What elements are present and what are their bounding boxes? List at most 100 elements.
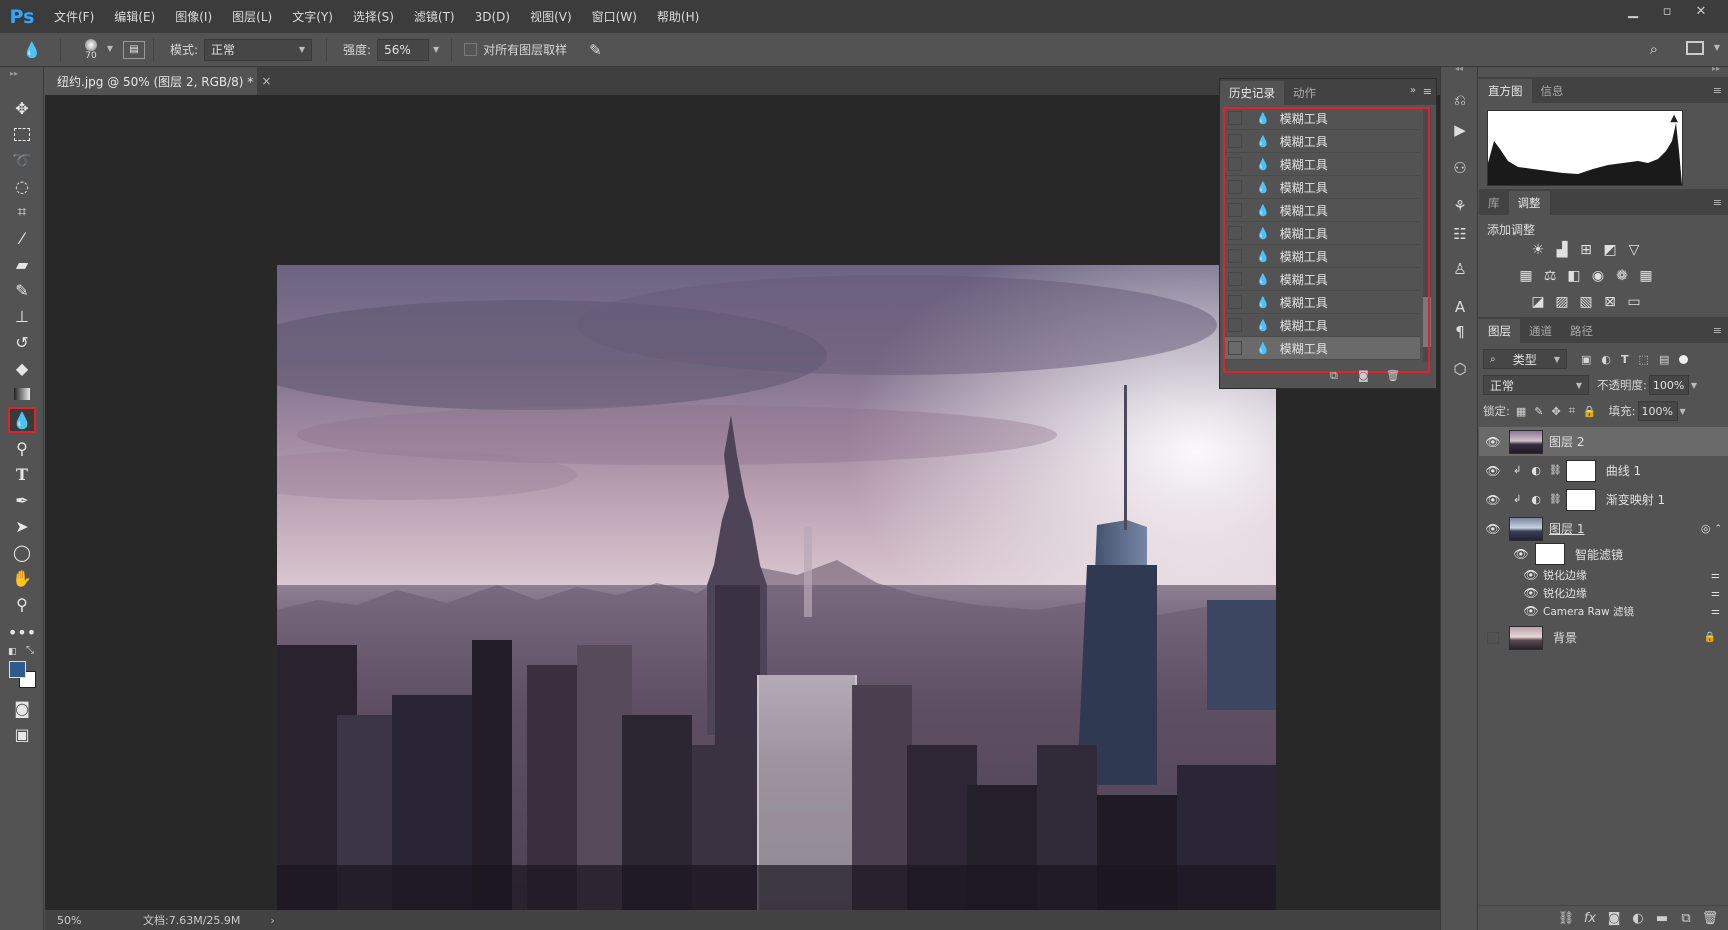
lock-artboard-icon[interactable]: ⌗ bbox=[1569, 404, 1575, 418]
menu-layer[interactable]: 图层(L) bbox=[222, 8, 282, 25]
channel-mixer-icon[interactable]: ❁ bbox=[1611, 266, 1633, 286]
marquee-tool[interactable] bbox=[8, 121, 36, 147]
quick-mask-toggle[interactable]: ◙ bbox=[8, 695, 36, 721]
filter-blending-options-icon[interactable]: ⚌ bbox=[1711, 570, 1720, 581]
filter-row[interactable]: 👁 Camera Raw 滤镜 ⚌ bbox=[1479, 602, 1728, 620]
dodge-tool[interactable]: ⚲ bbox=[8, 435, 36, 461]
tab-layers[interactable]: 图层 bbox=[1479, 319, 1520, 343]
panel-collapse-icon[interactable]: ◂◂ bbox=[1455, 64, 1463, 73]
strength-input[interactable]: 56% bbox=[377, 38, 430, 61]
blur-tool[interactable]: 💧 bbox=[8, 407, 36, 433]
color-balance-icon[interactable]: ⚖ bbox=[1539, 266, 1561, 286]
filter-type-icon[interactable]: T bbox=[1621, 353, 1629, 366]
selective-color-icon[interactable]: ⊠ bbox=[1599, 292, 1621, 312]
sample-all-layers-checkbox[interactable]: 对所有图层取样 bbox=[464, 41, 567, 58]
lasso-tool[interactable]: ➰ bbox=[8, 147, 36, 173]
chevron-up-icon[interactable]: ⌃ bbox=[1714, 524, 1722, 534]
eye-icon[interactable]: 👁 bbox=[1479, 435, 1507, 449]
clone-stamp-tool[interactable]: ⊥ bbox=[8, 303, 36, 329]
opacity-input[interactable]: 100% bbox=[1648, 375, 1689, 395]
filter-name[interactable]: Camera Raw 滤镜 bbox=[1543, 604, 1634, 619]
paragraph-icon[interactable]: ¶ bbox=[1448, 320, 1472, 344]
layer-name[interactable]: 曲线 1 bbox=[1606, 462, 1641, 479]
gradient-map-icon[interactable]: ▭ bbox=[1623, 292, 1645, 312]
panel-menu-icon[interactable]: ≡ bbox=[1713, 196, 1722, 209]
brightness-icon[interactable]: ☀ bbox=[1527, 240, 1549, 260]
properties-icon[interactable]: ⚇ bbox=[1448, 156, 1472, 180]
filter-toggle-icon[interactable] bbox=[1679, 354, 1689, 364]
panel-collapse-icon[interactable]: ▸▸ bbox=[10, 69, 18, 78]
sliders-icon[interactable]: ☷ bbox=[1448, 222, 1472, 246]
foreground-color-swatch[interactable] bbox=[9, 661, 26, 678]
more-tools[interactable]: ••• bbox=[8, 619, 36, 645]
crop-tool[interactable]: ⌗ bbox=[8, 199, 36, 225]
menu-edit[interactable]: 编辑(E) bbox=[104, 8, 165, 25]
quick-select-tool[interactable]: ◌ bbox=[8, 173, 36, 199]
new-layer-icon[interactable]: ⧉ bbox=[1674, 911, 1698, 926]
new-document-from-state-icon[interactable]: ⧉ bbox=[1330, 369, 1338, 383]
swap-colors-icon[interactable]: ⤡ bbox=[26, 645, 34, 656]
minimize-button[interactable]: ▁ bbox=[1616, 0, 1650, 22]
strength-slider-toggle-icon[interactable]: ▼ bbox=[429, 45, 443, 54]
eye-icon[interactable]: 👁 bbox=[1523, 586, 1539, 600]
tab-info[interactable]: 信息 bbox=[1532, 79, 1573, 103]
lock-image-pixels-icon[interactable]: ✎ bbox=[1534, 405, 1543, 418]
filter-name[interactable]: 锐化边缘 bbox=[1543, 585, 1587, 601]
screen-mode-toggle[interactable]: ▣ bbox=[8, 721, 36, 747]
layer-name[interactable]: 背景 bbox=[1553, 629, 1577, 646]
character-icon[interactable]: A bbox=[1448, 295, 1472, 319]
trash-icon[interactable]: 🗑 bbox=[1386, 369, 1400, 382]
brush-settings-icon[interactable]: ⚘ bbox=[1448, 194, 1472, 218]
smart-object-filter-icon[interactable]: ◎ bbox=[1701, 522, 1711, 535]
threshold-icon[interactable]: ▧ bbox=[1575, 292, 1597, 312]
layer-row[interactable]: 👁 ↲ ◐ ⛓ 渐变映射 1 bbox=[1479, 485, 1728, 514]
history-brush-tool[interactable]: ↺ bbox=[8, 329, 36, 355]
lock-transparent-pixels-icon[interactable]: ▦ bbox=[1516, 405, 1526, 418]
3d-cube-icon[interactable]: ⬡ bbox=[1448, 357, 1472, 381]
clone-source-icon[interactable]: ♙ bbox=[1448, 257, 1472, 281]
filter-name[interactable]: 锐化边缘 bbox=[1543, 567, 1587, 583]
vibrance-icon[interactable]: ▽ bbox=[1623, 240, 1645, 260]
link-layers-icon[interactable]: ⛓ bbox=[1554, 911, 1578, 926]
history-panel-icon[interactable]: ⎌ bbox=[1448, 88, 1472, 112]
document-tab[interactable]: 纽约.jpg @ 50% (图层 2, RGB/8) * × bbox=[45, 67, 271, 95]
black-white-icon[interactable]: ◧ bbox=[1563, 266, 1585, 286]
zoom-level[interactable]: 50% bbox=[57, 914, 113, 927]
add-mask-icon[interactable]: ◙ bbox=[1602, 911, 1626, 926]
trash-icon[interactable]: 🗑 bbox=[1698, 911, 1722, 926]
filter-blending-options-icon[interactable]: ⚌ bbox=[1711, 606, 1720, 617]
hand-tool[interactable]: ✋ bbox=[8, 565, 36, 591]
eye-icon[interactable]: 👁 bbox=[1479, 522, 1507, 536]
brush-preset-picker[interactable]: 70 ▼ bbox=[69, 35, 113, 65]
menu-window[interactable]: 窗口(W) bbox=[582, 8, 647, 25]
filter-pixel-icon[interactable]: ▣ bbox=[1581, 353, 1591, 366]
color-lookup-icon[interactable]: ▦ bbox=[1635, 266, 1657, 286]
new-group-icon[interactable]: ▬ bbox=[1650, 911, 1674, 926]
healing-brush-tool[interactable]: ▰ bbox=[8, 251, 36, 277]
path-selection-tool[interactable]: ➤ bbox=[8, 513, 36, 539]
panel-menu-icon[interactable]: ≡ bbox=[1713, 324, 1722, 337]
layer-row[interactable]: 👁 ↲ ◐ ⛓ 曲线 1 bbox=[1479, 456, 1728, 485]
blend-mode-dropdown[interactable]: 正常 ▼ bbox=[1483, 375, 1589, 395]
menu-image[interactable]: 图像(I) bbox=[165, 8, 222, 25]
panel-menu-icon[interactable]: ≡ bbox=[1713, 84, 1722, 97]
layer-row[interactable]: 👁 图层 1 ◎ ⌃ bbox=[1479, 514, 1728, 543]
eye-icon[interactable]: 👁 bbox=[1523, 568, 1539, 582]
close-tab-icon[interactable]: × bbox=[261, 74, 271, 88]
shape-tool[interactable]: ◯ bbox=[8, 539, 36, 565]
filter-shape-icon[interactable]: ⬚ bbox=[1639, 353, 1649, 366]
layer-name[interactable]: 图层 2 bbox=[1549, 433, 1584, 450]
layer-row[interactable]: 背景 🔒 bbox=[1479, 623, 1728, 652]
menu-file[interactable]: 文件(F) bbox=[44, 8, 104, 25]
pen-tool[interactable]: ✒ bbox=[8, 487, 36, 513]
type-tool[interactable]: T bbox=[8, 461, 36, 487]
collapse-panel-icon[interactable]: » bbox=[1410, 85, 1416, 96]
brush-tool[interactable]: ✎ bbox=[8, 277, 36, 303]
posterize-icon[interactable]: ▨ bbox=[1551, 292, 1573, 312]
smart-filters-row[interactable]: 👁 智能滤镜 bbox=[1479, 542, 1728, 566]
filter-adjustment-icon[interactable]: ◐ bbox=[1601, 353, 1611, 366]
filter-row[interactable]: 👁 锐化边缘 ⚌ bbox=[1479, 584, 1728, 602]
eye-icon[interactable]: 👁 bbox=[1479, 493, 1507, 507]
new-adjustment-icon[interactable]: ◐ bbox=[1626, 911, 1650, 926]
tab-history[interactable]: 历史记录 bbox=[1220, 81, 1284, 105]
